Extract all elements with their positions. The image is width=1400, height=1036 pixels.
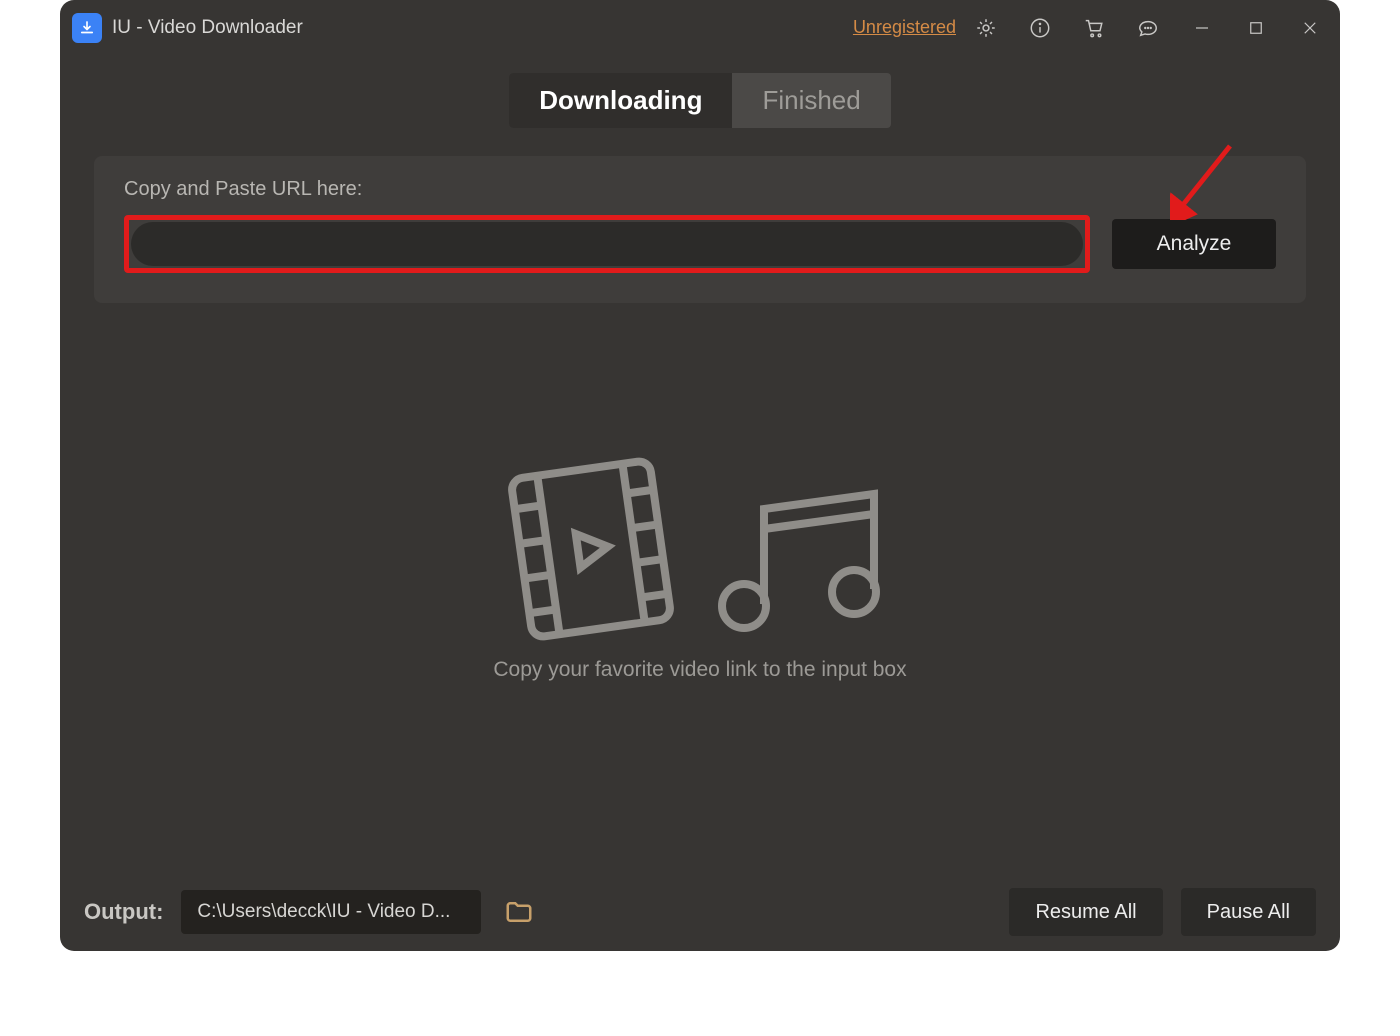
minimize-icon[interactable] — [1182, 8, 1222, 48]
url-label: Copy and Paste URL here: — [124, 178, 1276, 201]
app-icon — [72, 13, 102, 43]
app-title: IU - Video Downloader — [112, 17, 303, 39]
cart-icon[interactable] — [1074, 8, 1114, 48]
title-icon-group — [966, 8, 1330, 48]
empty-state-icons — [506, 454, 894, 644]
open-folder-button[interactable] — [499, 892, 539, 932]
tab-finished[interactable]: Finished — [732, 73, 890, 128]
app-window: IU - Video Downloader Unregistered — [60, 0, 1340, 951]
close-icon[interactable] — [1290, 8, 1330, 48]
speech-bubble-icon[interactable] — [1128, 8, 1168, 48]
gear-icon[interactable] — [966, 8, 1006, 48]
url-input[interactable] — [131, 222, 1083, 266]
title-bar: IU - Video Downloader Unregistered — [60, 0, 1340, 55]
analyze-button[interactable]: Analyze — [1112, 219, 1276, 269]
tabs-container: Downloading Finished — [60, 55, 1340, 156]
resume-all-button[interactable]: Resume All — [1009, 888, 1162, 936]
empty-state-text: Copy your favorite video link to the inp… — [493, 658, 906, 682]
music-note-icon — [704, 474, 894, 644]
output-path[interactable]: C:\Users\decck\IU - Video D... — [181, 890, 481, 934]
unregistered-link[interactable]: Unregistered — [853, 17, 956, 38]
maximize-icon[interactable] — [1236, 8, 1276, 48]
film-reel-icon — [494, 443, 689, 655]
info-icon[interactable] — [1020, 8, 1060, 48]
empty-state: Copy your favorite video link to the inp… — [60, 263, 1340, 873]
tab-downloading[interactable]: Downloading — [509, 73, 732, 128]
bottom-bar: Output: C:\Users\decck\IU - Video D... R… — [60, 873, 1340, 951]
folder-icon — [504, 897, 534, 927]
output-label: Output: — [84, 899, 163, 925]
tabs: Downloading Finished — [509, 73, 890, 128]
pause-all-button[interactable]: Pause All — [1181, 888, 1316, 936]
